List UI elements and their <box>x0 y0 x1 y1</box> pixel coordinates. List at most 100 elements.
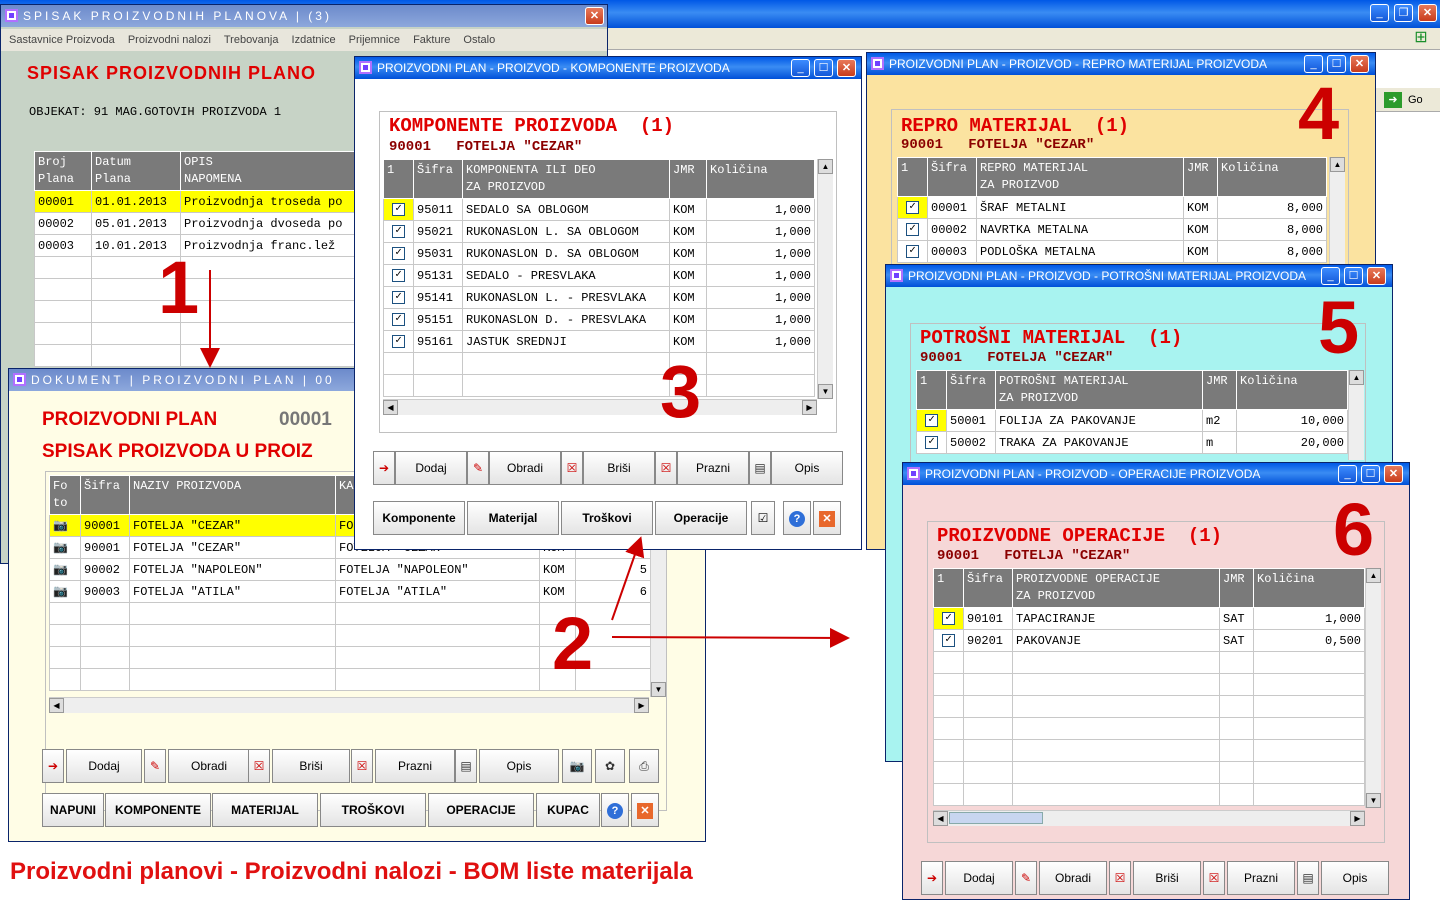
table-row[interactable]: ✓ 95011 SEDALO SA OBLOGOM KOM 1,000 <box>383 198 815 221</box>
table-row[interactable]: ✓ 95031 RUKONASLON D. SA OBLOGOM KOM 1,000 <box>383 242 815 265</box>
table-row[interactable]: ✓ 95151 RUKONASLON D. - PRESVLAKA KOM 1,000 <box>383 308 815 331</box>
w3-minimize-button[interactable]: _ <box>791 59 810 77</box>
materijal-button[interactable]: Materijal <box>467 501 559 535</box>
camera-icon[interactable]: 📷 <box>49 514 81 537</box>
w3-maximize-button[interactable]: ☐ <box>814 59 833 77</box>
row-checkbox[interactable]: ✓ <box>392 268 405 282</box>
w6-close-button[interactable]: ✕ <box>1384 465 1403 483</box>
row-checkbox[interactable]: ✓ <box>942 611 955 625</box>
table-row[interactable]: ✓ 90201 PAKOVANJE SAT 0,500 <box>933 629 1365 652</box>
dodaj-button[interactable]: Dodaj <box>66 749 142 783</box>
operacije-button[interactable]: Operacije <box>655 501 747 535</box>
go-arrow-icon[interactable]: ➜ <box>1384 92 1402 108</box>
clear-icon[interactable]: ☒ <box>351 749 373 783</box>
w3-hscroll[interactable]: ◀ ▶ <box>383 399 817 415</box>
print-icon[interactable]: ⎙ <box>629 749 659 783</box>
w6-vscroll[interactable]: ▲ ▼ <box>1365 568 1381 808</box>
kupac-button[interactable]: KUPAC <box>536 793 600 827</box>
menu-trebovanja[interactable]: Trebovanja <box>224 34 279 46</box>
prazni-button[interactable]: Prazni <box>1227 861 1295 895</box>
table-row[interactable]: 00003 10.01.2013 Proizvodnja franc.lež <box>34 234 374 257</box>
napuni-button[interactable]: NAPUNI <box>42 793 104 827</box>
w4-vscroll[interactable]: ▲ <box>1329 157 1345 267</box>
note-icon[interactable]: ▤ <box>749 451 771 485</box>
delete-icon[interactable]: ☒ <box>248 749 270 783</box>
delete-icon[interactable]: ☒ <box>561 451 583 485</box>
troskovi-button[interactable]: TROŠKOVI <box>320 793 426 827</box>
w4-maximize-button[interactable]: ☐ <box>1327 55 1346 73</box>
edit-icon[interactable]: ✎ <box>467 451 489 485</box>
table-row[interactable]: ✓ 95161 JASTUK SREDNJI KOM 1,000 <box>383 330 815 353</box>
table-row[interactable]: ✓ 95141 RUKONASLON L. - PRESVLAKA KOM 1,000 <box>383 286 815 309</box>
obradi-button[interactable]: Obradi <box>1039 861 1107 895</box>
w6-maximize-button[interactable]: ☐ <box>1361 465 1380 483</box>
clear-icon[interactable]: ☒ <box>655 451 677 485</box>
table-row[interactable]: ✓ 95021 RUKONASLON L. SA OBLOGOM KOM 1,000 <box>383 220 815 243</box>
bg-close-button[interactable]: ✕ <box>1418 4 1437 22</box>
w1-close-button[interactable]: ✕ <box>585 7 604 25</box>
row-checkbox[interactable]: ✓ <box>925 435 938 449</box>
brisi-button[interactable]: Briši <box>272 749 350 783</box>
help-icon[interactable]: ? <box>601 793 629 827</box>
menu-fakture[interactable]: Fakture <box>413 34 450 46</box>
add-icon[interactable]: ➔ <box>373 451 395 485</box>
w3-vscroll[interactable]: ▲ ▼ <box>817 159 833 399</box>
table-row[interactable]: ✓ 00002 NAVRTKA METALNA KOM 8,000 <box>897 218 1327 241</box>
w5-vscroll[interactable]: ▲ <box>1348 370 1364 460</box>
table-row[interactable]: 00002 05.01.2013 Proizvodnja dvoseda po <box>34 212 374 235</box>
bg-minimize-button[interactable]: _ <box>1370 4 1389 22</box>
add-icon[interactable]: ➔ <box>42 749 64 783</box>
settings-icon[interactable]: ✿ <box>595 749 625 783</box>
go-button-label[interactable]: Go <box>1408 94 1423 106</box>
troskovi-button[interactable]: Troškovi <box>561 501 653 535</box>
dodaj-button[interactable]: Dodaj <box>945 861 1013 895</box>
row-checkbox[interactable]: ✓ <box>392 290 405 304</box>
delete-icon[interactable]: ☒ <box>1109 861 1131 895</box>
operacije-button[interactable]: OPERACIJE <box>428 793 534 827</box>
menu-prijemnice[interactable]: Prijemnice <box>349 34 400 46</box>
camera-icon[interactable]: 📷 <box>49 558 81 581</box>
opis-button[interactable]: Opis <box>479 749 559 783</box>
close-icon[interactable]: ✕ <box>631 793 659 827</box>
row-checkbox[interactable]: ✓ <box>906 200 919 214</box>
bg-restore-button[interactable]: ❐ <box>1394 4 1413 22</box>
w4-minimize-button[interactable]: _ <box>1304 55 1323 73</box>
menu-nalozi[interactable]: Proizvodni nalozi <box>128 34 211 46</box>
brisi-button[interactable]: Briši <box>583 451 655 485</box>
w5-close-button[interactable]: ✕ <box>1367 267 1386 285</box>
w2-hscroll[interactable]: ◀ ▶ <box>49 697 649 713</box>
camera-icon[interactable]: 📷 <box>562 749 592 783</box>
row-checkbox[interactable]: ✓ <box>392 224 405 238</box>
confirm-check-icon[interactable]: ☑ <box>751 501 775 535</box>
table-row[interactable]: 📷 90002 FOTELJA "NAPOLEON" FOTELJA "NAPOLEO… <box>49 558 651 581</box>
table-row[interactable]: 📷 90003 FOTELJA "ATILA" FOTELJA "ATILA" KOM 6 <box>49 580 651 603</box>
help-icon[interactable]: ? <box>783 501 811 535</box>
clear-icon[interactable]: ☒ <box>1203 861 1225 895</box>
materijal-button[interactable]: MATERIJAL <box>212 793 318 827</box>
table-row[interactable]: ✓ 90101 TAPACIRANJE SAT 1,000 <box>933 607 1365 630</box>
menu-ostalo[interactable]: Ostalo <box>463 34 495 46</box>
dodaj-button[interactable]: Dodaj <box>395 451 467 485</box>
row-checkbox[interactable]: ✓ <box>925 413 938 427</box>
w5-maximize-button[interactable]: ☐ <box>1344 267 1363 285</box>
camera-icon[interactable]: 📷 <box>49 536 81 559</box>
komponente-button[interactable]: Komponente <box>373 501 465 535</box>
edit-icon[interactable]: ✎ <box>1015 861 1037 895</box>
menu-sastavnice[interactable]: Sastavnice Proizvoda <box>9 34 115 46</box>
row-checkbox[interactable]: ✓ <box>392 334 405 348</box>
table-row[interactable]: ✓ 50001 FOLIJA ZA PAKOVANJE m2 10,000 <box>916 409 1348 432</box>
w6-minimize-button[interactable]: _ <box>1338 465 1357 483</box>
w4-close-button[interactable]: ✕ <box>1350 55 1369 73</box>
obradi-button[interactable]: Obradi <box>489 451 561 485</box>
komponente-button[interactable]: KOMPONENTE <box>105 793 211 827</box>
row-checkbox[interactable]: ✓ <box>392 312 405 326</box>
close-icon[interactable]: ✕ <box>813 501 841 535</box>
add-icon[interactable]: ➔ <box>921 861 943 895</box>
table-row[interactable]: ✓ 50002 TRAKA ZA PAKOVANJE m 20,000 <box>916 431 1348 454</box>
row-checkbox[interactable]: ✓ <box>906 244 919 258</box>
opis-button[interactable]: Opis <box>1321 861 1389 895</box>
edit-icon[interactable]: ✎ <box>144 749 166 783</box>
note-icon[interactable]: ▤ <box>455 749 477 783</box>
brisi-button[interactable]: Briši <box>1133 861 1201 895</box>
w3-close-button[interactable]: ✕ <box>837 59 856 77</box>
